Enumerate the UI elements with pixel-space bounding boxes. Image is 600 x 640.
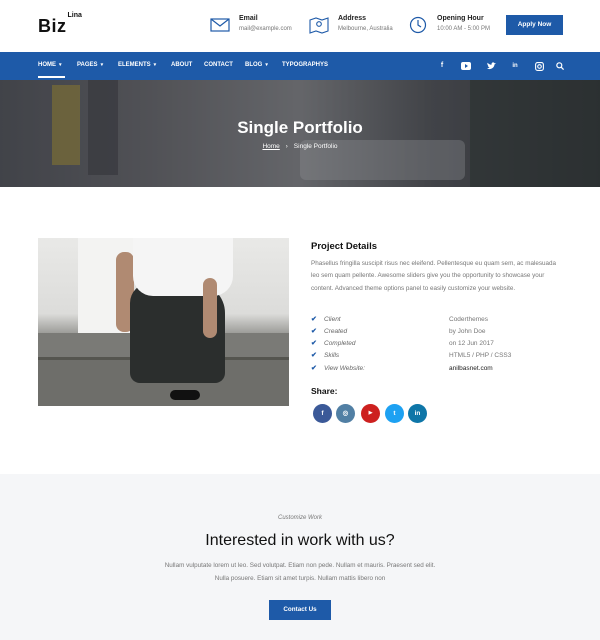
cta-title: Interested in work with us? [205,532,395,549]
chevron-down-icon: ▾ [100,62,104,68]
check-icon: ✔ [311,316,317,323]
chevron-down-icon: ▾ [153,62,157,68]
portfolio-image [38,238,289,406]
instagram-icon[interactable] [533,60,545,72]
nav-item-pages[interactable]: PAGES ▾ [77,52,103,80]
email-title: Email [239,15,258,22]
share-facebook-button[interactable]: f [313,404,332,423]
site-logo[interactable]: BizLina [38,12,82,37]
top-header: BizLina Email mail@example.com Address M… [0,0,600,52]
cta-text-line: Nulla posuere. Etiam sit amet turpis. Nu… [214,574,386,582]
share-twitter-button[interactable]: t [385,404,404,423]
opening-info: Opening Hour 10:00 AM - 5:00 PM [408,14,503,38]
detail-value: HTML5 / PHP / CSS3 [449,352,512,359]
contact-us-button[interactable]: Contact Us [269,600,331,620]
email-info: Email mail@example.com [210,14,300,38]
search-icon[interactable] [554,60,566,72]
detail-row-created: ✔ Created by John Doe [311,327,571,339]
check-icon: ✔ [311,340,317,347]
nav-item-about[interactable]: ABOUT [171,52,192,80]
project-description: Phasellus fringilla suscipit risus nec e… [311,260,557,292]
check-icon: ✔ [311,365,317,372]
apply-now-button[interactable]: Apply Now [506,15,563,35]
linkedin-icon[interactable]: in [509,60,521,72]
chevron-down-icon: ▾ [265,62,268,68]
clock-icon [409,16,427,34]
check-icon: ✔ [311,328,317,335]
detail-row-completed: ✔ Completed on 12 Jun 2017 [311,339,571,351]
cta-text-line: Nullam vulputate lorem ut leo. Sed volut… [164,562,436,569]
detail-row-client: ✔ Client Coderthemes [311,315,571,327]
nav-item-blog[interactable]: BLOG ▾ [245,52,268,80]
breadcrumb-separator-icon: › [285,144,288,150]
address-title: Address [338,15,367,22]
opening-value: 10:00 AM - 5:00 PM [437,26,491,32]
nav-active-indicator [38,76,65,78]
detail-row-website: ✔ View Website: anilbasnet.com [311,364,571,376]
email-value[interactable]: mail@example.com [239,26,292,32]
detail-label: Created [324,328,348,335]
check-icon: ✔ [311,352,317,359]
detail-label: Completed [324,340,356,347]
breadcrumb-current: Single Portfolio [293,143,338,150]
main-nav: HOME ▾ PAGES ▾ ELEMENTS ▾ ABOUT CONTACT BLO… [0,52,600,80]
share-label: Share: [311,386,338,396]
detail-value: on 12 Jun 2017 [449,340,494,347]
page-title: Single Portfolio [237,118,363,137]
cta-subtitle: Customize Work [277,515,322,521]
envelope-icon [210,18,230,32]
breadcrumb-home-link[interactable]: Home [262,143,279,150]
share-youtube-button[interactable]: ▶ [361,404,380,423]
twitter-icon[interactable] [485,60,497,72]
nav-item-elements[interactable]: ELEMENTS ▾ [118,52,156,80]
share-instagram-button[interactable]: ◎ [336,404,355,423]
address-value: Melbourne, Australia [338,26,393,32]
address-info: Address Melbourne, Australia [309,14,404,38]
chevron-down-icon: ▾ [59,62,62,68]
cta-text: Nullam vulputate lorem ut leo. Sed volut… [0,560,600,585]
detail-label: View Website: [324,365,365,372]
project-details-title: Project Details [311,241,377,252]
website-link[interactable]: anilbasnet.com [449,365,493,372]
share-linkedin-button[interactable]: in [408,404,427,423]
opening-title: Opening Hour [437,15,484,22]
detail-row-skills: ✔ Skills HTML5 / PHP / CSS3 [311,351,571,363]
detail-label: Skills [324,352,340,359]
detail-value: Coderthemes [449,316,489,323]
detail-value: by John Doe [449,328,486,335]
detail-label: Client [324,316,341,323]
map-icon [309,17,329,34]
nav-item-contact[interactable]: CONTACT [204,52,233,80]
nav-item-typographys[interactable]: TYPOGRAPHYS [282,52,328,80]
facebook-icon[interactable]: f [436,60,448,72]
breadcrumb: Home › Single Portfolio [0,143,600,150]
youtube-icon[interactable] [460,60,472,72]
